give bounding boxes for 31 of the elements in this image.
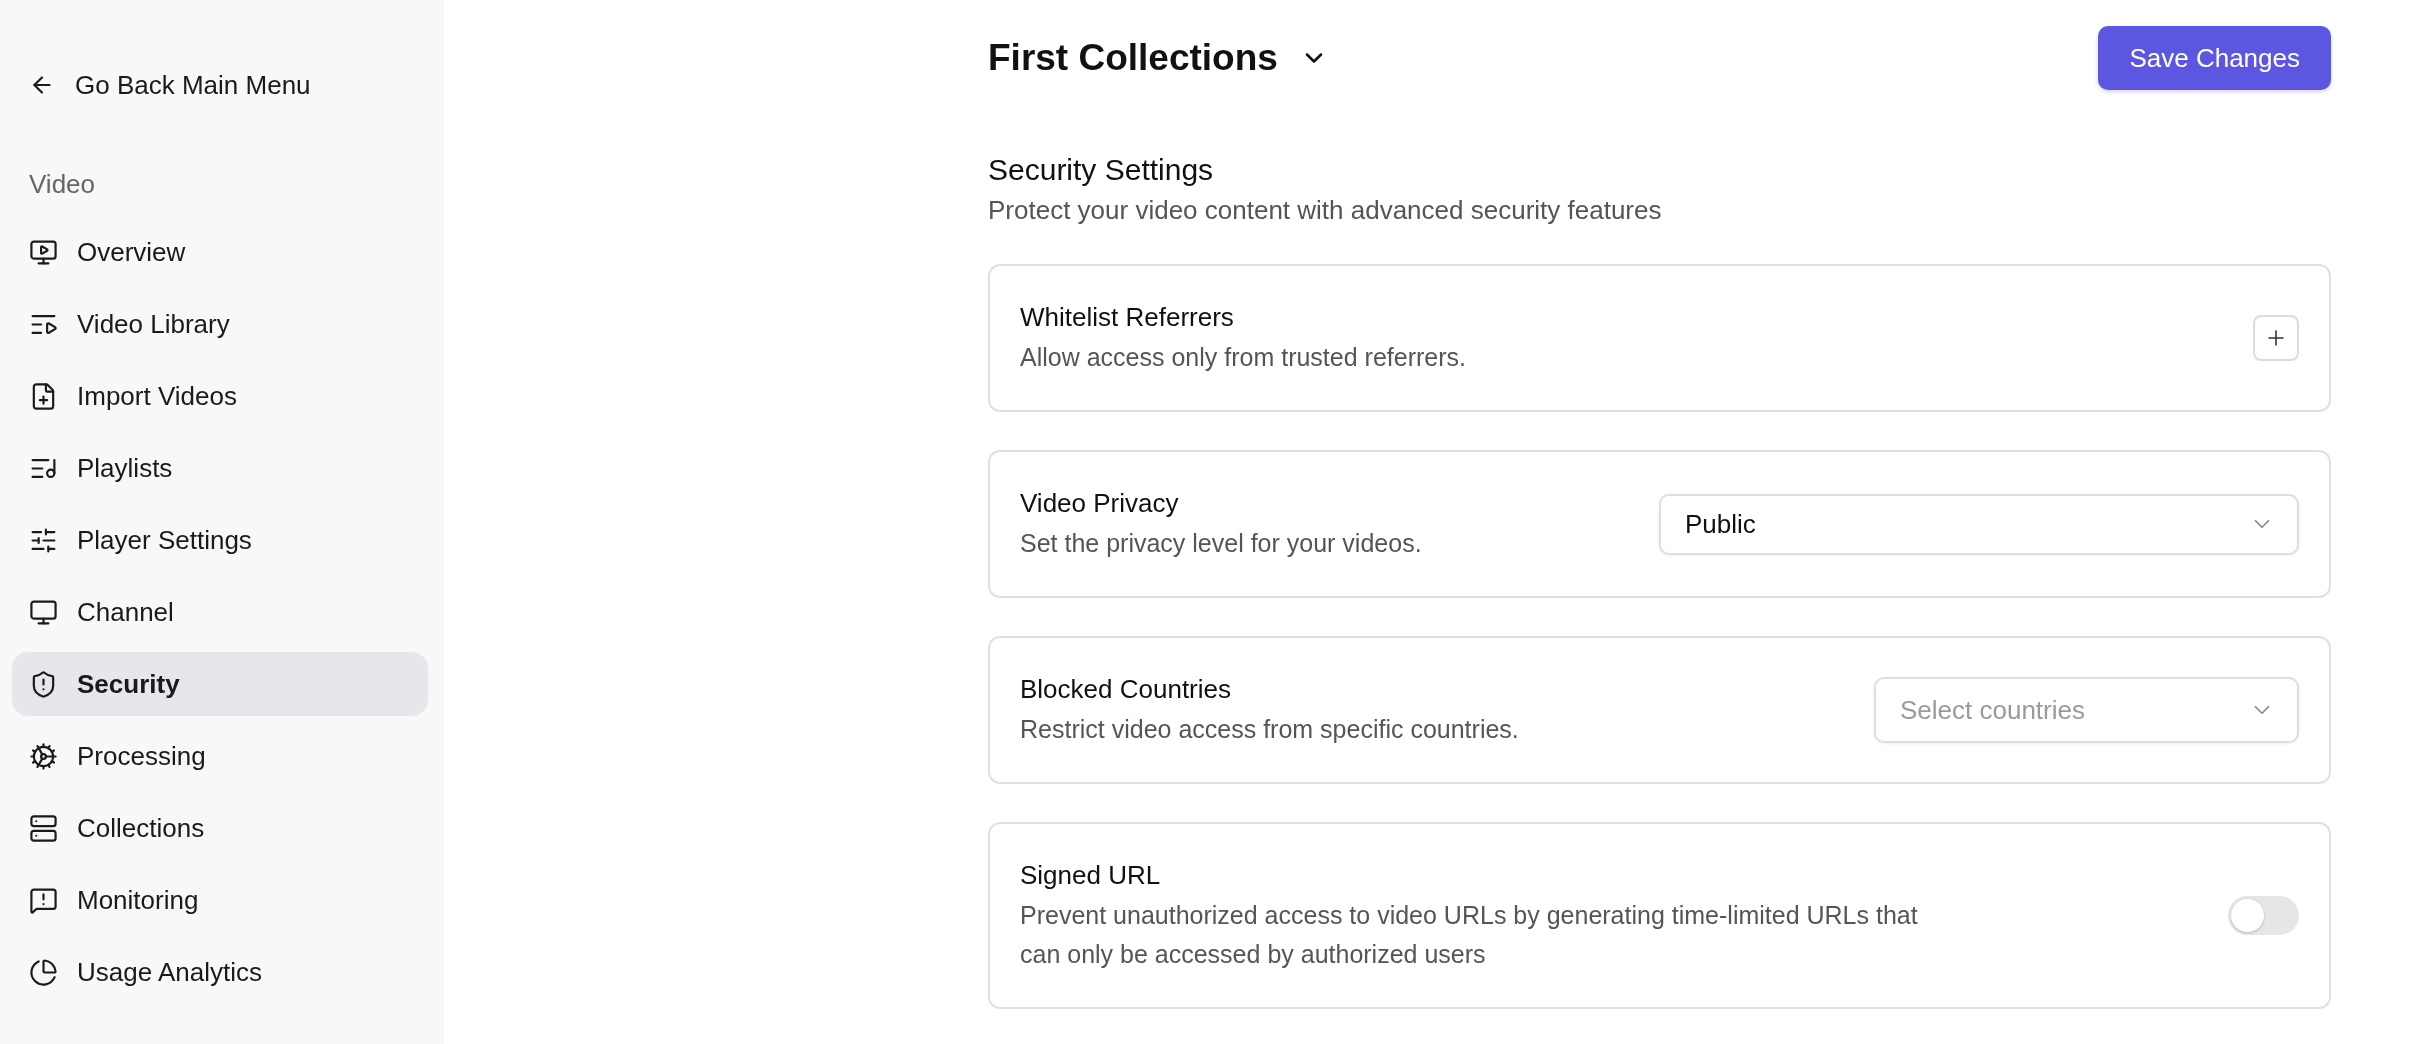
setting-title: Video Privacy: [1020, 487, 1180, 520]
sidebar-item[interactable]: Channel: [12, 580, 428, 644]
sidebar-item[interactable]: Import Videos: [12, 364, 428, 428]
setting-description: Set the privacy level for your videos.: [1020, 528, 1422, 559]
setting-title: Blocked Countries: [1020, 673, 1232, 706]
section-label: Video: [28, 168, 97, 201]
sidebar-item[interactable]: Player Settings: [12, 508, 428, 572]
sidebar-item[interactable]: Security: [12, 652, 428, 716]
sidebar-item[interactable]: Usage Analytics: [12, 940, 428, 1004]
setting-description: Allow access only from trusted referrers.: [1020, 342, 1466, 373]
add-button[interactable]: [2253, 315, 2299, 361]
sidebar-item[interactable]: Playlists: [12, 436, 428, 500]
setting-title: Whitelist Referrers: [1020, 301, 1235, 334]
save-button[interactable]: Save Changes: [2098, 26, 2331, 90]
sidebar-item[interactable]: Video Library: [12, 292, 428, 356]
sidebar-item[interactable]: Monitoring: [12, 868, 428, 932]
section-subtitle: Protect your video content with advanced security features: [988, 195, 1663, 226]
sidebar-item[interactable]: Overview: [12, 220, 428, 284]
section-title: Security Settings: [988, 153, 1215, 187]
setting-description: Restrict video access from specific countries.: [1020, 714, 1519, 745]
select-field[interactable]: Public: [1659, 493, 2299, 555]
sidebar-item[interactable]: Collections: [12, 796, 428, 860]
setting-title: Signed URL: [1020, 859, 1162, 892]
collection-dropdown[interactable]: First Collections: [988, 37, 1328, 79]
gear-icon: [29, 741, 58, 771]
pie-chart-icon: [29, 957, 58, 987]
sidebar-item[interactable]: Processing: [12, 724, 428, 788]
toggle-switch[interactable]: [2228, 896, 2299, 935]
back-link[interactable]: Go Back Main Menu: [12, 58, 328, 112]
setting-description: Prevent unauthorized access to video URLs by generating time-limited URLs that can only be accessed by authorized users: [1020, 900, 1919, 970]
server-icon: [29, 813, 58, 843]
